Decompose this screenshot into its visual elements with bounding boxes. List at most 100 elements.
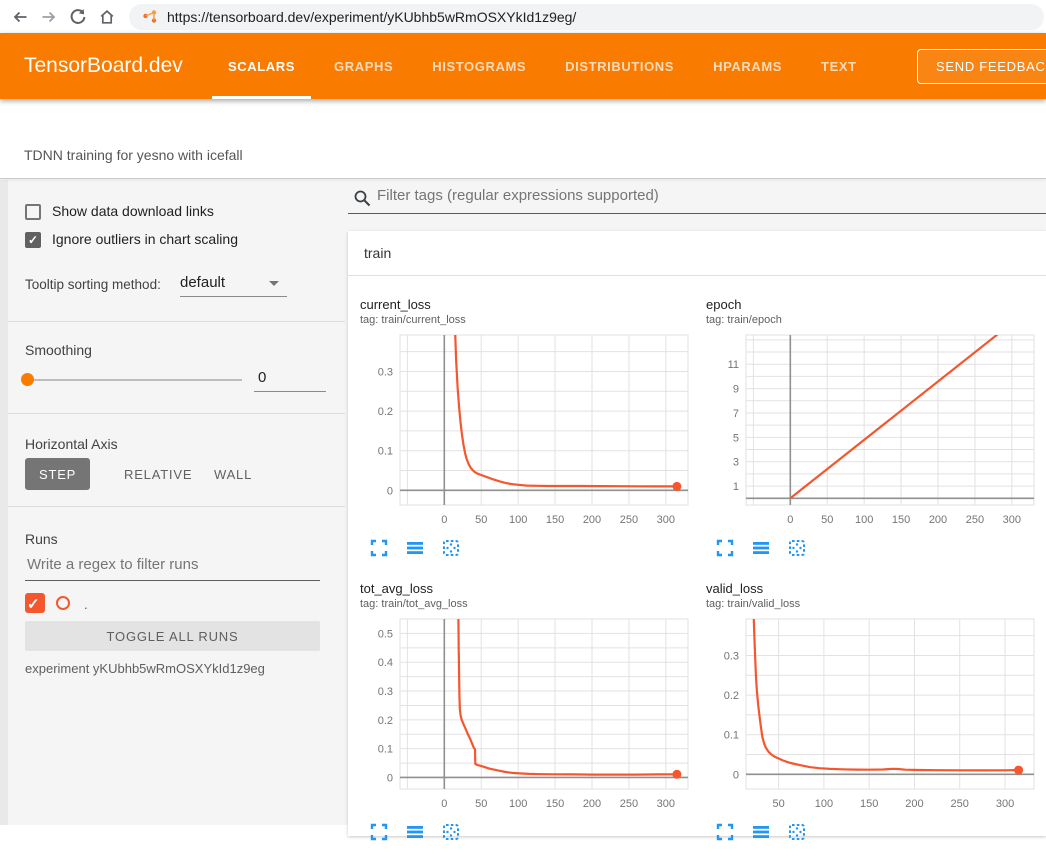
flatten-y-axis-icon[interactable] (752, 539, 770, 557)
ignore-outliers-label[interactable]: Ignore outliers in chart scaling (52, 231, 238, 247)
chart-plot-current_loss[interactable]: 05010015020025030000.10.20.3 (354, 329, 694, 531)
svg-text:50: 50 (772, 798, 784, 810)
svg-text:3: 3 (733, 457, 739, 469)
browser-toolbar: https://tensorboard.dev/experiment/yKUbh… (0, 0, 1046, 33)
left-edge-strip (0, 180, 8, 825)
tab-distributions[interactable]: DISTRIBUTIONS (549, 33, 690, 99)
chart-plot-epoch[interactable]: 0501001502002503001357911 (700, 329, 1040, 531)
svg-text:0.2: 0.2 (378, 406, 393, 418)
svg-text:150: 150 (546, 514, 564, 526)
svg-text:0.5: 0.5 (378, 628, 393, 640)
experiment-title: TDNN training for yesno with icefall (24, 147, 243, 163)
svg-text:0: 0 (441, 514, 447, 526)
chart-block-epoch: epochtag: train/epoch0501001502002503001… (700, 295, 1044, 577)
chart-plot-valid_loss[interactable]: 5010015020025030000.10.20.3 (700, 613, 1040, 815)
expand-chart-icon[interactable] (716, 823, 734, 841)
reload-icon[interactable] (69, 8, 87, 26)
tab-hparams[interactable]: HPARAMS (697, 33, 798, 99)
svg-text:50: 50 (475, 798, 487, 810)
svg-text:0.3: 0.3 (378, 686, 393, 698)
run-name: . (84, 597, 88, 612)
chart-toolbar (716, 823, 806, 841)
tooltip-sorting-label: Tooltip sorting method: (25, 277, 161, 292)
svg-text:50: 50 (475, 514, 487, 526)
axis-button-step[interactable]: STEP (25, 458, 90, 490)
home-icon[interactable] (98, 8, 116, 26)
tooltip-sorting-underline (180, 296, 287, 297)
svg-text:0.3: 0.3 (724, 650, 739, 662)
search-icon (353, 189, 371, 207)
flatten-y-axis-icon[interactable] (406, 823, 424, 841)
flatten-y-axis-icon[interactable] (752, 823, 770, 841)
forward-icon[interactable] (40, 8, 58, 26)
tab-scalars[interactable]: SCALARS (212, 33, 311, 99)
send-feedback-button[interactable]: SEND FEEDBACK (917, 49, 1046, 84)
brand-title: TensorBoard.dev (24, 54, 183, 78)
divider (8, 413, 345, 414)
svg-text:0.2: 0.2 (378, 715, 393, 727)
experiment-title-strip: TDNN training for yesno with icefall (0, 99, 1046, 179)
filter-tags-input[interactable] (375, 186, 1030, 205)
chart-plot-tot_avg_loss[interactable]: 05010015020025030000.10.20.30.40.5 (354, 613, 694, 815)
chart-title: epoch (706, 297, 741, 312)
svg-text:100: 100 (509, 514, 527, 526)
show-download-links-label[interactable]: Show data download links (52, 203, 214, 219)
tooltip-sorting-select[interactable]: default (180, 274, 225, 291)
section-title[interactable]: train (364, 245, 391, 261)
tab-bar: SCALARSGRAPHSHISTOGRAMSDISTRIBUTIONSHPAR… (212, 33, 880, 99)
tab-graphs[interactable]: GRAPHS (318, 33, 409, 99)
run-color-circle[interactable] (56, 596, 70, 610)
svg-text:300: 300 (996, 798, 1014, 810)
ignore-outliers-checkbox[interactable] (25, 232, 41, 248)
svg-text:150: 150 (860, 798, 878, 810)
chart-title: current_loss (360, 297, 431, 312)
tab-histograms[interactable]: HISTOGRAMS (416, 33, 542, 99)
svg-text:0: 0 (387, 772, 393, 784)
chevron-down-icon[interactable] (269, 281, 279, 286)
runs-filter-input[interactable] (25, 555, 320, 574)
url-text: https://tensorboard.dev/experiment/yKUbh… (167, 9, 576, 25)
fit-domain-icon[interactable] (442, 539, 460, 557)
svg-text:0.3: 0.3 (378, 366, 393, 378)
chart-tag: tag: train/tot_avg_loss (360, 598, 468, 610)
expand-chart-icon[interactable] (370, 539, 388, 557)
run-checkbox[interactable] (25, 593, 45, 613)
axis-button-wall[interactable]: WALL (200, 458, 266, 490)
chart-tag: tag: train/epoch (706, 314, 782, 326)
svg-text:200: 200 (905, 798, 923, 810)
flatten-y-axis-icon[interactable] (406, 539, 424, 557)
svg-text:200: 200 (583, 514, 601, 526)
svg-text:50: 50 (821, 514, 833, 526)
expand-chart-icon[interactable] (716, 539, 734, 557)
chart-block-tot_avg_loss: tot_avg_losstag: train/tot_avg_loss05010… (354, 579, 698, 861)
tab-text[interactable]: TEXT (805, 33, 873, 99)
app-header: TensorBoard.dev SCALARSGRAPHSHISTOGRAMSD… (0, 33, 1046, 99)
svg-text:0: 0 (387, 485, 393, 497)
svg-text:250: 250 (951, 798, 969, 810)
expand-chart-icon[interactable] (370, 823, 388, 841)
smoothing-value-underline (254, 391, 326, 392)
url-bar[interactable]: https://tensorboard.dev/experiment/yKUbh… (129, 4, 1044, 30)
chart-toolbar (716, 539, 806, 557)
chart-tag: tag: train/valid_loss (706, 598, 800, 610)
fit-domain-icon[interactable] (788, 539, 806, 557)
smoothing-slider-thumb[interactable] (21, 373, 34, 386)
chart-toolbar (370, 823, 460, 841)
settings-sidebar: Show data download links Ignore outliers… (8, 180, 345, 825)
svg-text:300: 300 (1003, 514, 1021, 526)
smoothing-slider-track[interactable] (28, 379, 242, 381)
svg-text:0: 0 (733, 769, 739, 781)
svg-text:1: 1 (733, 481, 739, 493)
back-icon[interactable] (11, 8, 29, 26)
smoothing-value[interactable]: 0 (258, 369, 266, 386)
axis-button-relative[interactable]: RELATIVE (110, 458, 206, 490)
fit-domain-icon[interactable] (442, 823, 460, 841)
horizontal-axis-label: Horizontal Axis (25, 436, 118, 452)
chart-title: valid_loss (706, 581, 763, 596)
runs-filter-underline (25, 580, 320, 581)
show-download-links-checkbox[interactable] (25, 204, 41, 220)
svg-text:7: 7 (733, 408, 739, 420)
divider (348, 275, 1046, 276)
fit-domain-icon[interactable] (788, 823, 806, 841)
toggle-all-runs-button[interactable]: TOGGLE ALL RUNS (25, 621, 320, 651)
